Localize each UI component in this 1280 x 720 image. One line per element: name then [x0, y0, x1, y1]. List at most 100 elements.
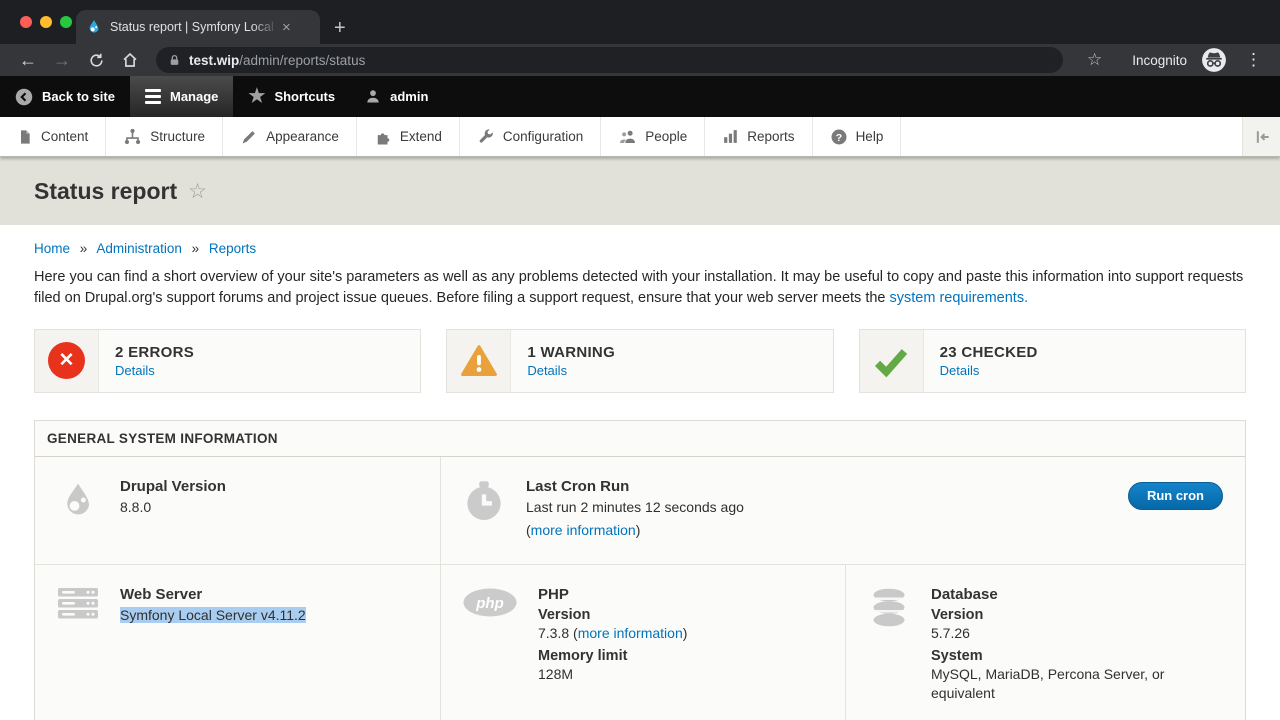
home-icon[interactable]	[116, 46, 144, 74]
general-system-information-panel: GENERAL SYSTEM INFORMATION Drupal Versio…	[34, 420, 1246, 720]
checked-details-link[interactable]: Details	[940, 363, 1038, 378]
people-icon	[618, 128, 637, 146]
collapse-left-icon	[1252, 127, 1272, 147]
incognito-icon	[1201, 47, 1227, 73]
back-to-site-button[interactable]: Back to site	[0, 76, 130, 117]
menu-item-structure[interactable]: Structure	[106, 117, 223, 156]
paintbrush-icon	[240, 128, 258, 146]
url-host: test.wip	[189, 53, 239, 68]
error-icon: ✕	[48, 342, 85, 379]
new-tab-button[interactable]: +	[334, 18, 346, 38]
checked-icon	[870, 342, 912, 380]
manage-label: Manage	[170, 89, 218, 104]
user-icon	[365, 88, 381, 105]
help-icon: ?	[830, 128, 848, 146]
warnings-details-link[interactable]: Details	[527, 363, 615, 378]
favorite-star-icon[interactable]: ☆	[188, 179, 207, 204]
database-system-value: MySQL, MariaDB, Percona Server, or equiv…	[931, 665, 1223, 704]
svg-text:php: php	[475, 595, 504, 612]
svg-text:?: ?	[835, 131, 841, 143]
web-server-title: Web Server	[120, 586, 306, 603]
menu-item-content[interactable]: Content	[0, 117, 106, 156]
bookmark-star-icon[interactable]: ☆	[1079, 50, 1110, 70]
browser-menu-icon[interactable]: ⋮	[1233, 50, 1266, 70]
drupal-favicon-icon	[86, 19, 102, 35]
errors-details-link[interactable]: Details	[115, 363, 194, 378]
tab-bar: Status report | Symfony Local Se × +	[0, 0, 1280, 44]
manage-button[interactable]: Manage	[130, 76, 233, 117]
zoom-window-button[interactable]	[60, 16, 72, 28]
database-cell: Database Version 5.7.26 System MySQL, Ma…	[845, 565, 1245, 720]
macos-traffic-lights[interactable]	[20, 16, 72, 28]
warnings-count: 1 WARNING	[527, 344, 615, 361]
menu-item-help[interactable]: ? Help	[813, 117, 902, 156]
web-server-cell: Web Server Symfony Local Server v4.11.2	[35, 565, 440, 720]
toolbar-orientation-toggle[interactable]	[1242, 117, 1280, 156]
hamburger-icon	[145, 89, 161, 104]
web-server-value: Symfony Local Server v4.11.2	[120, 607, 306, 623]
php-more-information-link[interactable]: more information	[578, 625, 683, 641]
bar-chart-icon	[722, 128, 739, 145]
checked-card: 23 CHECKED Details	[859, 329, 1246, 393]
browser-tab[interactable]: Status report | Symfony Local Se ×	[76, 10, 320, 44]
system-requirements-link[interactable]: system requirements.	[890, 290, 1029, 306]
minimize-window-button[interactable]	[40, 16, 52, 28]
database-version-value: 5.7.26	[931, 624, 1223, 644]
menu-item-extend[interactable]: Extend	[357, 117, 460, 156]
last-cron-run-cell: Last Cron Run Last run 2 minutes 12 seco…	[440, 457, 1245, 564]
breadcrumb-administration-link[interactable]: Administration	[96, 241, 182, 256]
puzzle-icon	[374, 128, 392, 146]
address-bar[interactable]: test.wip/admin/reports/status	[156, 47, 1063, 73]
drupal-menu-bar: Content Structure Appearance Extend	[0, 117, 1280, 157]
file-icon	[17, 128, 33, 146]
database-system-label: System	[931, 648, 1223, 664]
cron-more-information-link[interactable]: more information	[531, 522, 636, 538]
errors-count: 2 ERRORS	[115, 344, 194, 361]
php-cell: php PHP Version 7.3.8 (more information)…	[440, 565, 845, 720]
warning-icon	[459, 342, 499, 380]
back-icon[interactable]: ←	[14, 46, 42, 74]
url-path: /admin/reports/status	[239, 53, 365, 68]
menu-item-reports[interactable]: Reports	[705, 117, 812, 156]
database-title: Database	[931, 586, 1223, 603]
database-icon	[870, 588, 908, 628]
errors-card: ✕ 2 ERRORS Details	[34, 329, 421, 393]
intro-paragraph: Here you can find a short overview of yo…	[34, 267, 1246, 310]
run-cron-button[interactable]: Run cron	[1128, 482, 1223, 510]
shortcuts-star-icon: ★	[248, 85, 265, 108]
menu-item-appearance[interactable]: Appearance	[223, 117, 357, 156]
php-version-label: Version	[538, 607, 687, 623]
server-icon	[58, 588, 98, 619]
status-summary-cards: ✕ 2 ERRORS Details 1 WARNING De	[34, 329, 1246, 393]
php-memory-label: Memory limit	[538, 648, 687, 664]
last-cron-run-title: Last Cron Run	[526, 478, 744, 495]
incognito-label: Incognito	[1132, 53, 1187, 68]
page-title: Status report	[34, 178, 177, 205]
reload-icon[interactable]	[82, 46, 110, 74]
close-window-button[interactable]	[20, 16, 32, 28]
back-to-site-label: Back to site	[42, 89, 115, 104]
sitemap-icon	[123, 127, 142, 146]
tab-close-icon[interactable]: ×	[282, 19, 291, 36]
drupal-admin-toolbar: Back to site Manage ★ Shortcuts admin	[0, 76, 1280, 117]
forward-icon[interactable]: →	[48, 46, 76, 74]
breadcrumb-reports-link[interactable]: Reports	[209, 241, 256, 256]
drupal-version-value: 8.8.0	[120, 498, 226, 518]
user-account-button[interactable]: admin	[350, 76, 443, 117]
php-memory-value: 128M	[538, 665, 687, 685]
menu-item-people[interactable]: People	[601, 117, 705, 156]
user-label: admin	[390, 89, 428, 104]
breadcrumb-home-link[interactable]: Home	[34, 241, 70, 256]
back-circle-icon	[15, 88, 33, 106]
shortcuts-button[interactable]: ★ Shortcuts	[233, 76, 350, 117]
cron-status: Last run 2 minutes 12 seconds ago	[526, 498, 744, 518]
breadcrumb: Home » Administration » Reports	[34, 225, 1246, 256]
wrench-icon	[477, 128, 495, 146]
tab-title: Status report | Symfony Local Se	[110, 20, 278, 34]
warnings-card: 1 WARNING Details	[446, 329, 833, 393]
menu-item-configuration[interactable]: Configuration	[460, 117, 601, 156]
drupal-version-title: Drupal Version	[120, 478, 226, 495]
checked-count: 23 CHECKED	[940, 344, 1038, 361]
browser-toolbar: ← → test.wip/admin/reports/status ☆ Inco…	[0, 44, 1280, 76]
main-content: Home » Administration » Reports Here you…	[0, 225, 1280, 720]
